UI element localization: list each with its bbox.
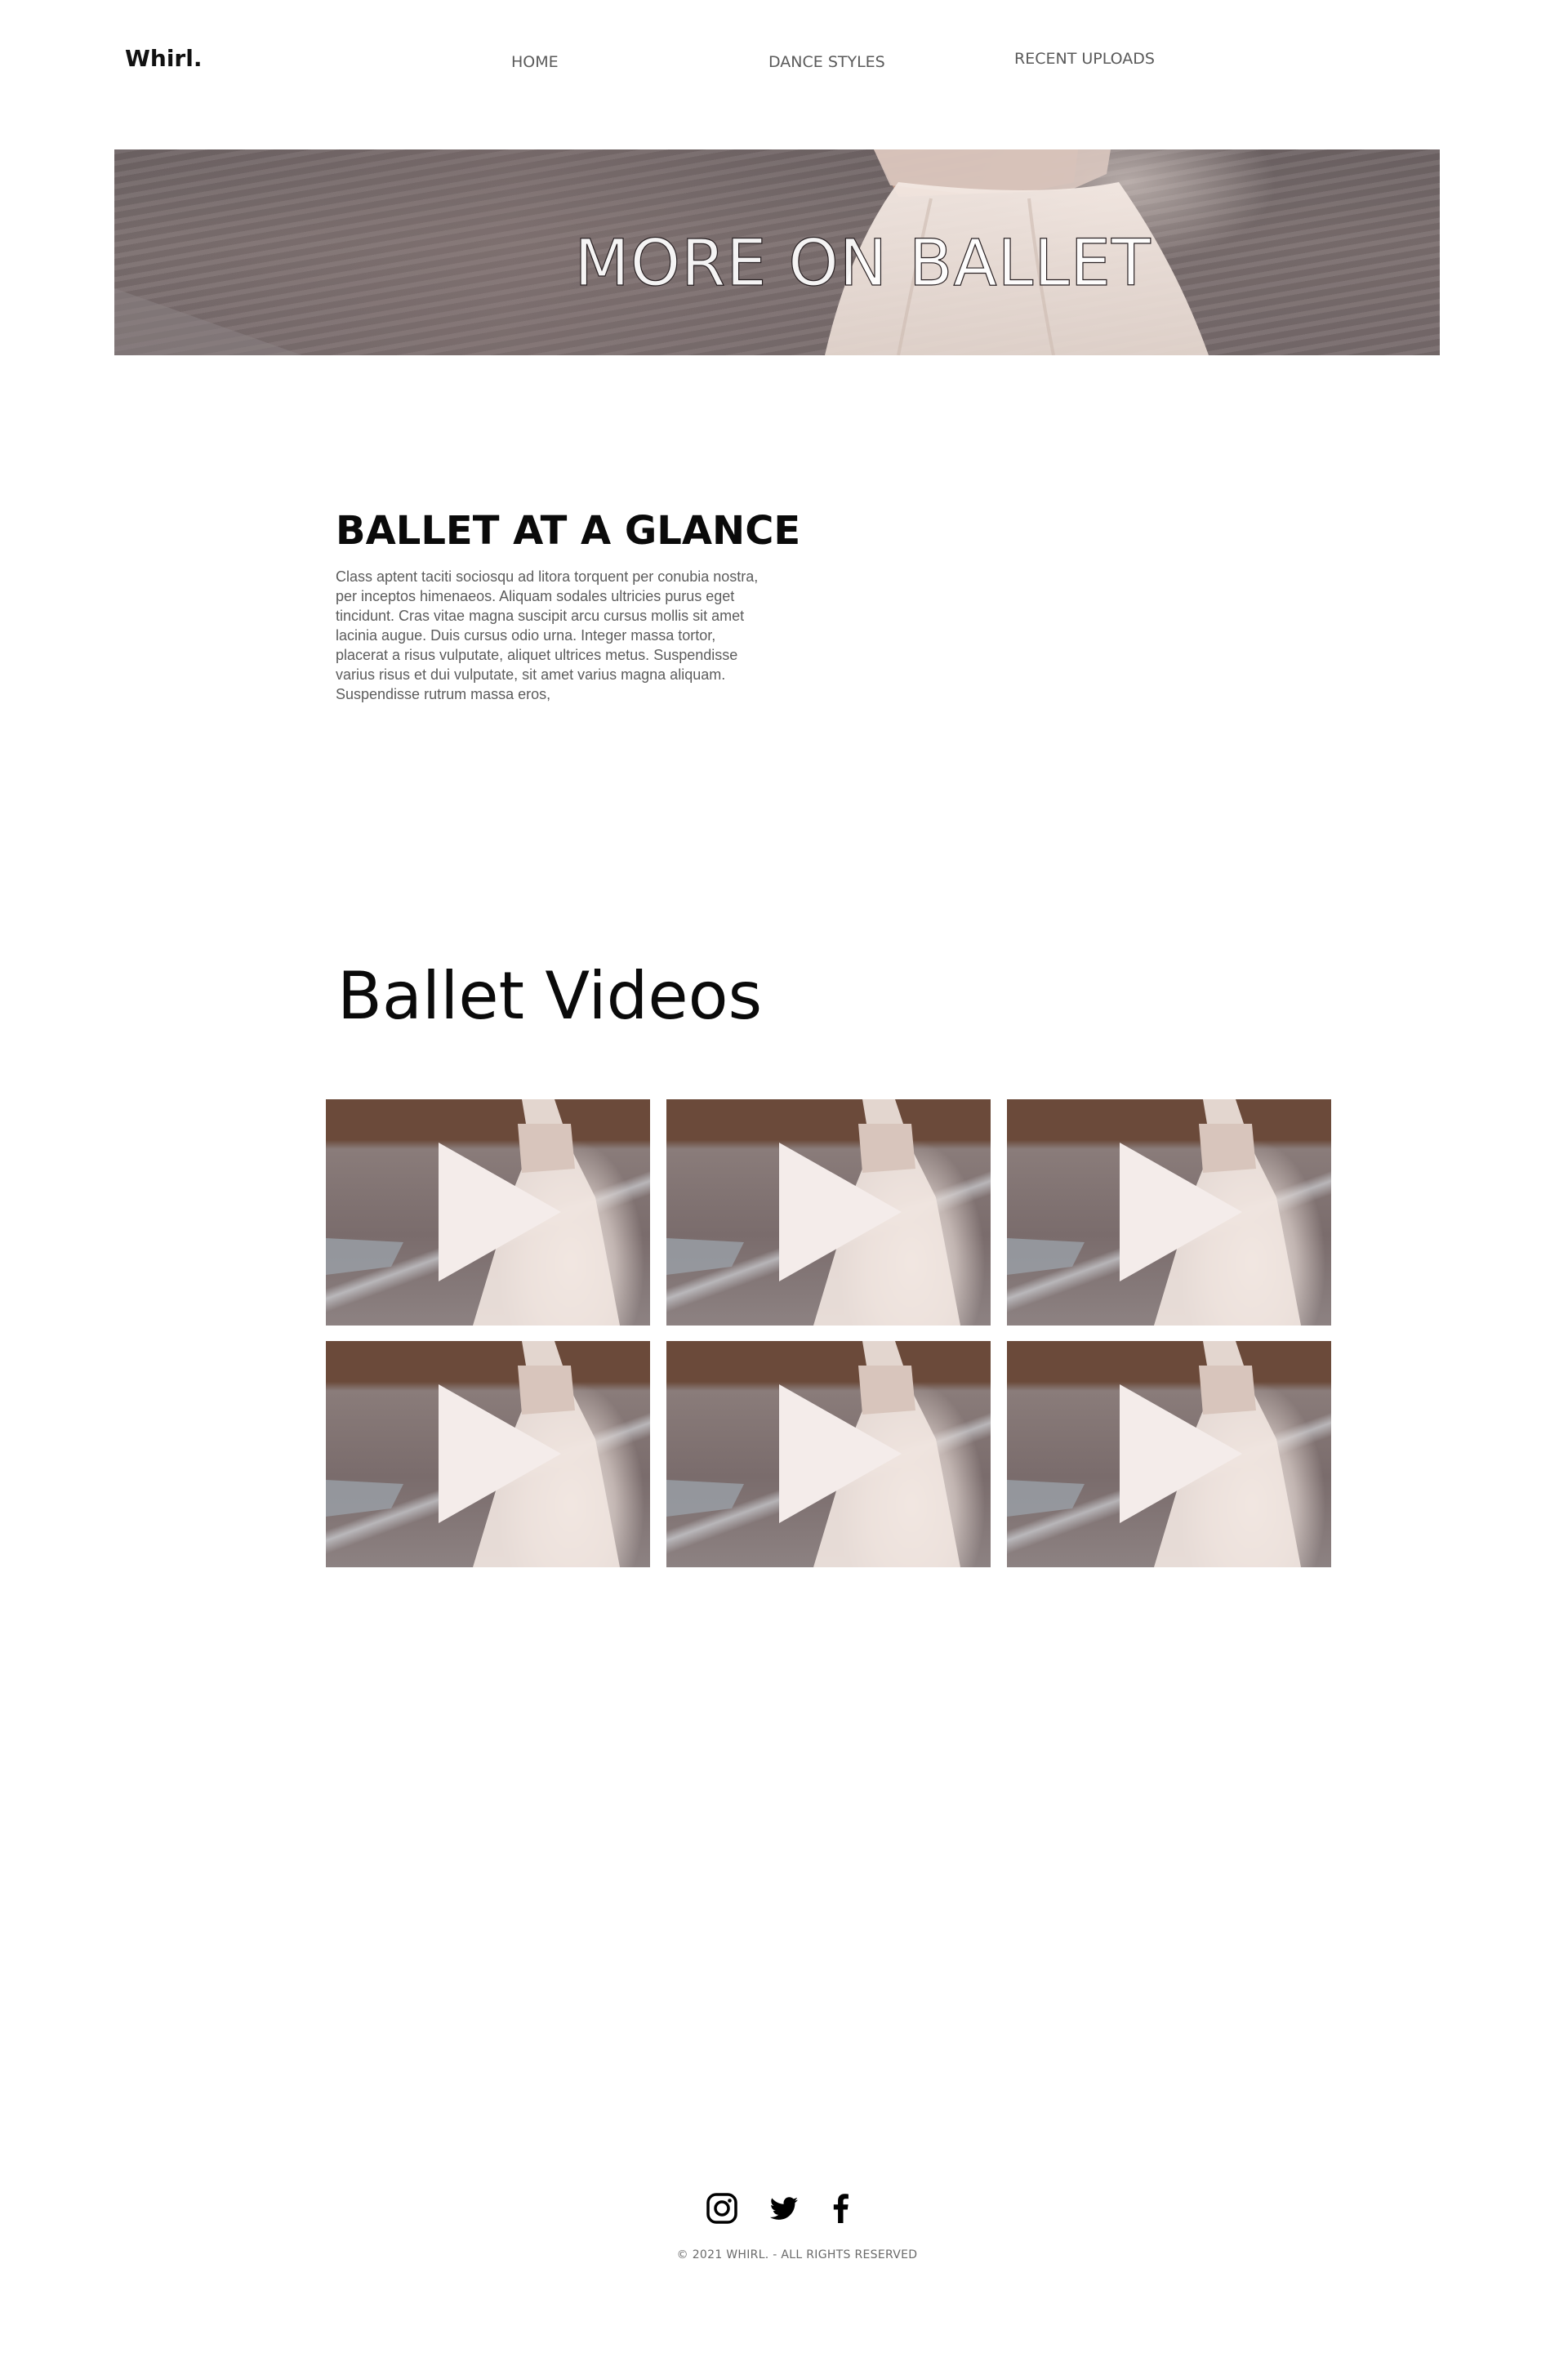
instagram-icon[interactable] (706, 2192, 738, 2225)
play-icon[interactable] (439, 1143, 561, 1281)
hero-title: MORE ON BALLET (574, 226, 1152, 301)
video-thumbnail[interactable] (666, 1099, 991, 1326)
play-icon[interactable] (779, 1143, 902, 1281)
about-title: BALLET AT A GLANCE (336, 508, 801, 554)
nav-recent-uploads[interactable]: RECENT UPLOADS (1014, 49, 1155, 69)
nav-home[interactable]: HOME (511, 52, 559, 72)
site-logo[interactable]: Whirl. (125, 44, 202, 74)
video-thumbnail[interactable] (326, 1099, 650, 1326)
twitter-icon[interactable] (768, 2192, 800, 2225)
videos-title: Ballet Videos (337, 958, 763, 1034)
play-icon[interactable] (439, 1384, 561, 1523)
play-icon[interactable] (1120, 1384, 1242, 1523)
play-icon[interactable] (779, 1384, 902, 1523)
about-text: Class aptent taciti sociosqu ad litora t… (336, 568, 759, 702)
video-thumbnail[interactable] (1007, 1341, 1331, 1567)
nav-dance-styles[interactable]: DANCE STYLES (768, 52, 885, 72)
video-thumbnail[interactable] (1007, 1099, 1331, 1326)
video-thumbnail[interactable] (666, 1341, 991, 1567)
play-icon[interactable] (1120, 1143, 1242, 1281)
facebook-icon[interactable] (825, 2192, 858, 2225)
copyright-text: © 2021 WHIRL. - ALL RIGHTS RESERVED (676, 2248, 918, 2261)
hero-banner: MORE ON BALLET (114, 149, 1440, 355)
video-thumbnail[interactable] (326, 1341, 650, 1567)
